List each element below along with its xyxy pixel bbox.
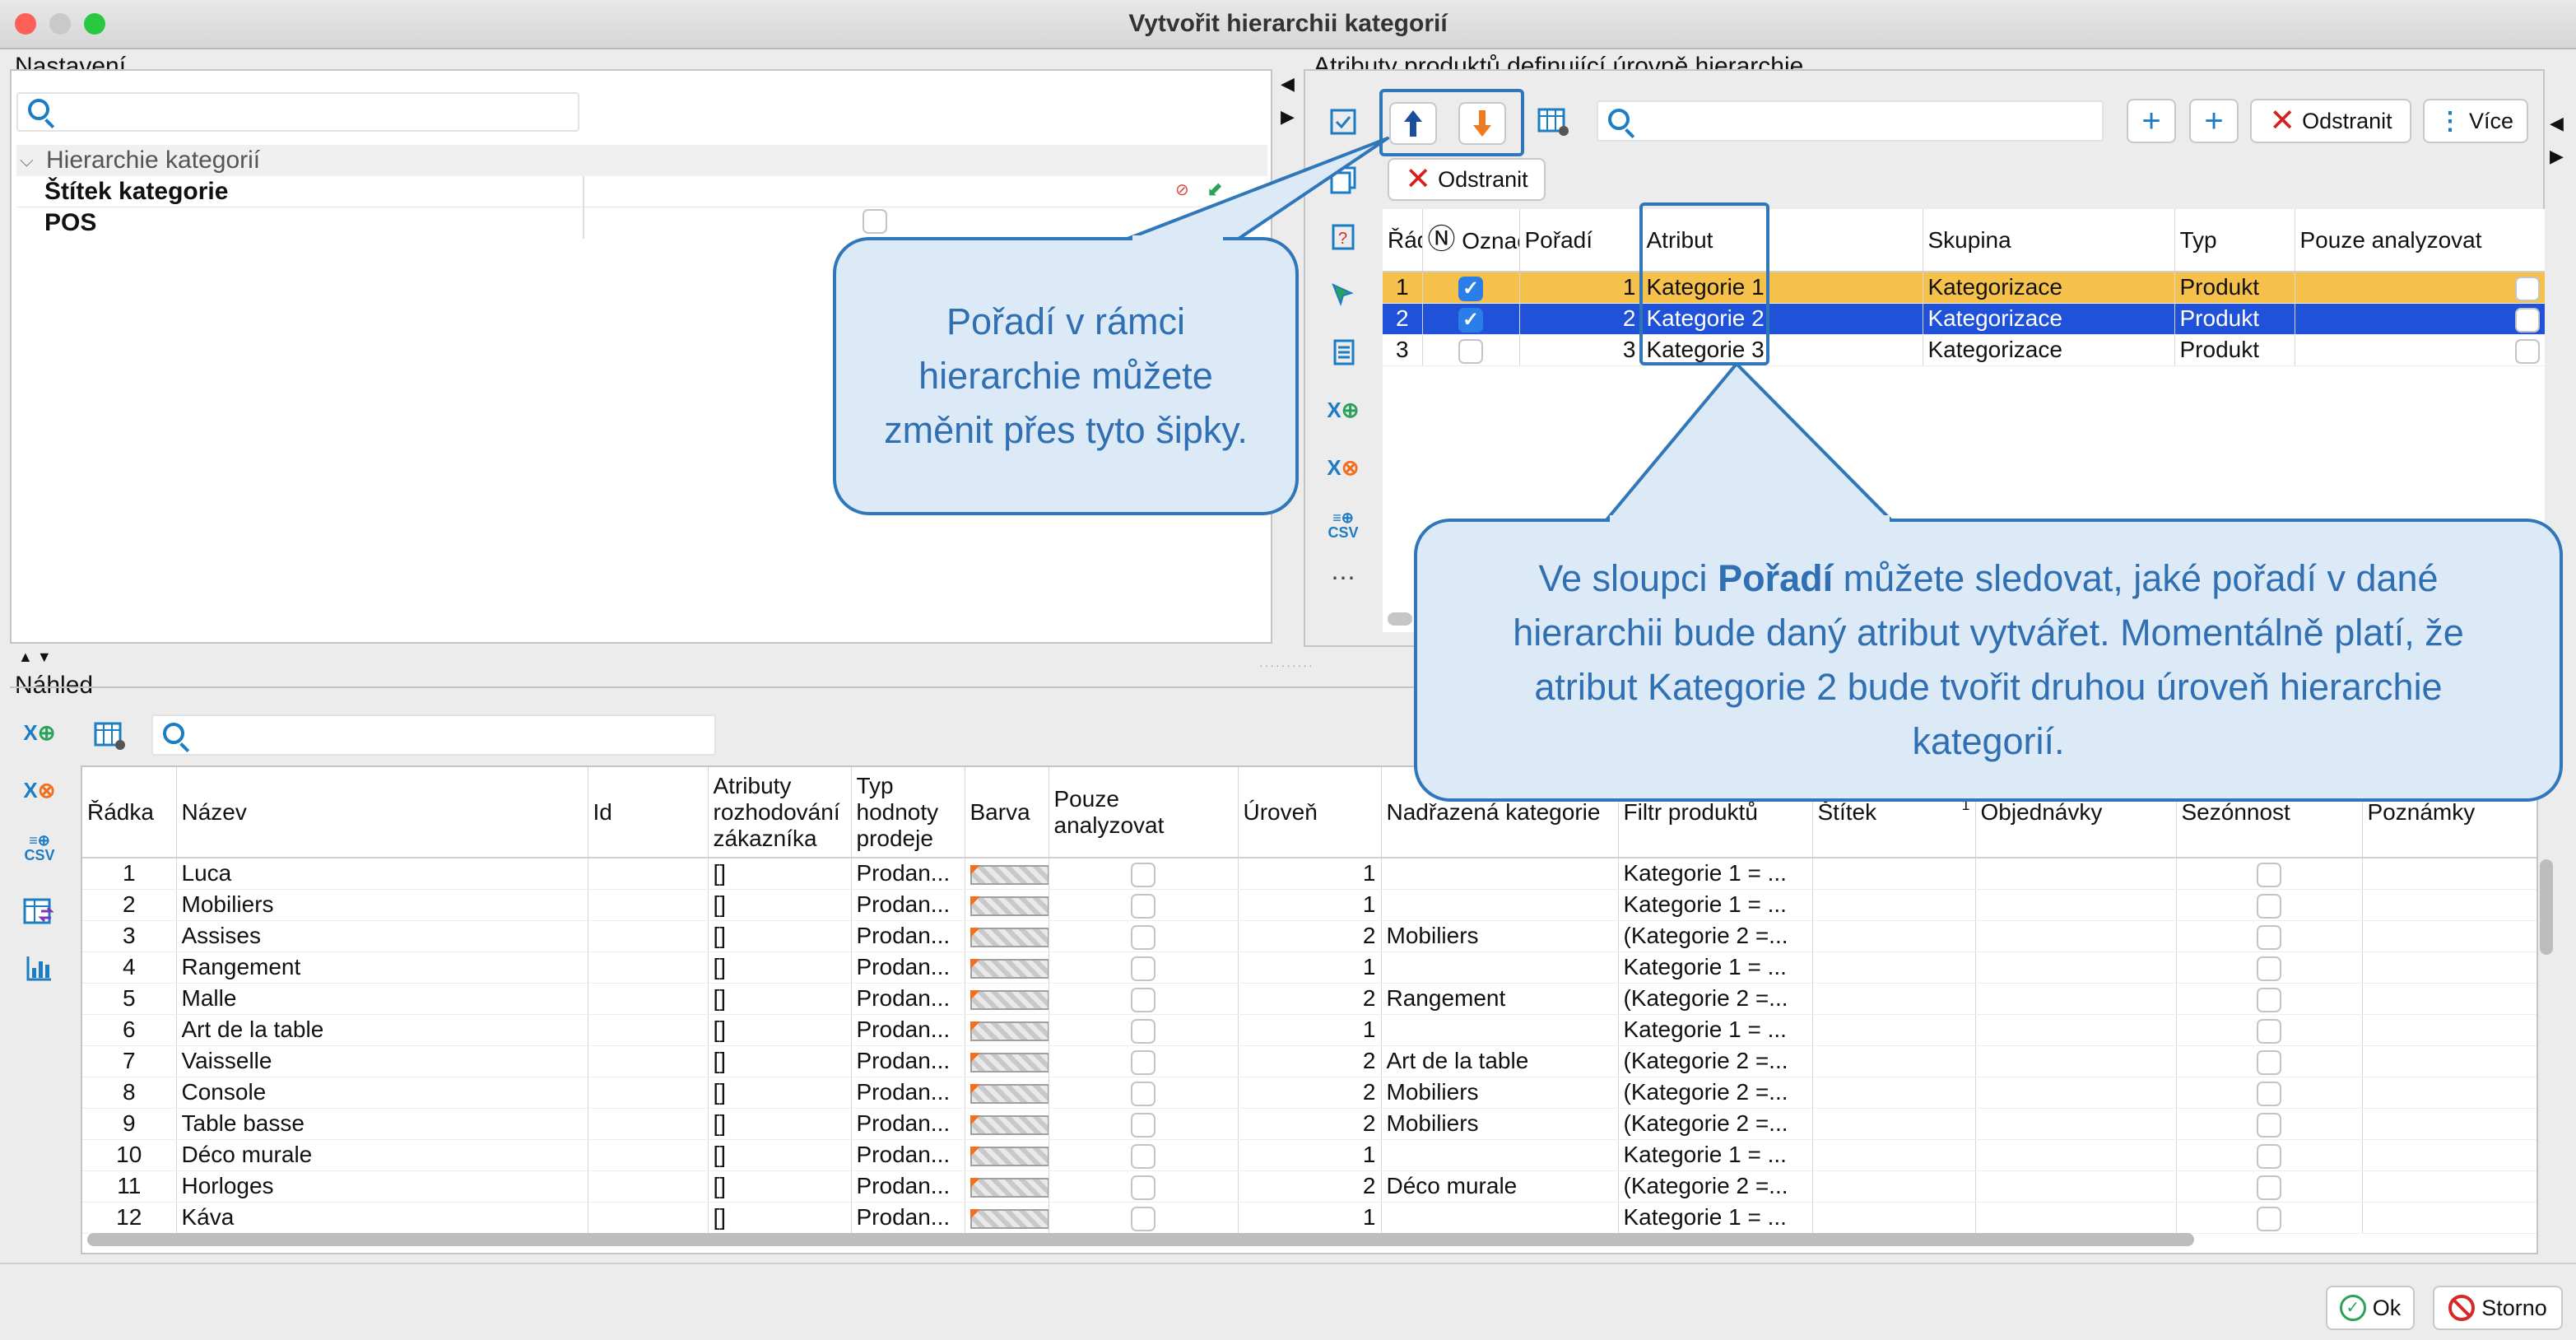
order-callout-text: Ve sloupci Pořadí můžete sledovat, jaké … xyxy=(1513,557,2464,762)
callout-seam xyxy=(1132,235,1223,244)
order-callout: Ve sloupci Pořadí můžete sledovat, jaké … xyxy=(1414,519,2563,802)
arrows-callout: Pořadí v rámci hierarchie můžete změnit … xyxy=(833,237,1299,515)
callout-seam xyxy=(1610,515,1890,523)
arrows-callout-text: Pořadí v rámci hierarchie můžete změnit … xyxy=(884,300,1248,451)
